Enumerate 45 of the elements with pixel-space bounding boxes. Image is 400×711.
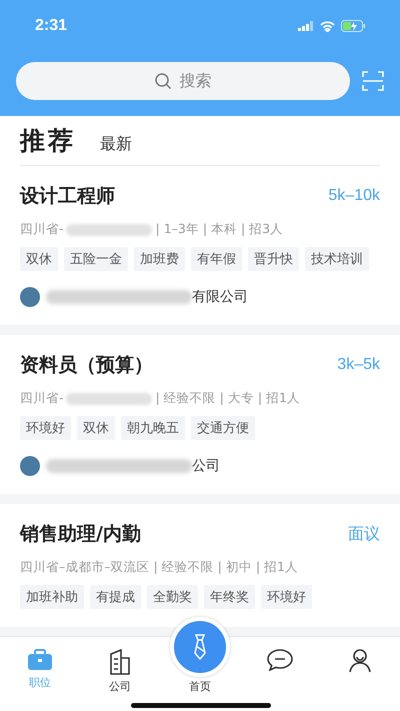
company-name: 有限公司	[192, 288, 248, 306]
battery-icon	[341, 20, 366, 32]
company-logo-icon	[20, 456, 40, 476]
benefit-tag: 有年假	[191, 247, 242, 271]
job-requirements: | 1–3年 | 本科 | 招3人	[156, 221, 284, 238]
signal-icon	[298, 21, 314, 31]
salary-range: 3k–5k	[337, 356, 380, 374]
nav-tab[interactable]: 公司	[80, 637, 160, 711]
feed-tab[interactable]: 最新	[100, 134, 132, 155]
benefit-tag: 环境好	[261, 585, 312, 609]
status-time: 2:31	[35, 17, 68, 35]
job-requirements: | 经验不限 | 初中 | 招1人	[154, 559, 298, 576]
salary-range: 5k–10k	[328, 187, 380, 205]
benefit-tag: 晋升快	[248, 247, 299, 271]
company-logo-icon	[20, 287, 40, 307]
wifi-icon	[320, 20, 335, 32]
chat-icon	[267, 649, 293, 671]
benefit-tag: 双休	[20, 247, 58, 271]
company-name: 公司	[192, 457, 220, 475]
benefit-tag: 双休	[77, 416, 115, 440]
job-location: 四川省-	[20, 221, 64, 238]
feed-tab[interactable]: 推荐	[20, 124, 76, 157]
benefit-tag: 技术培训	[305, 247, 369, 271]
benefit-tag: 全勤奖	[147, 585, 198, 609]
building-icon	[109, 649, 131, 675]
scan-icon[interactable]	[362, 70, 384, 92]
benefit-tag: 有提成	[90, 585, 141, 609]
job-requirements: | 经验不限 | 大专 | 招1人	[156, 390, 300, 407]
benefit-tag: 五险一金	[64, 247, 128, 271]
job-location: 四川省-	[20, 390, 64, 407]
job-title: 销售助理/内勤	[20, 522, 141, 547]
job-title: 资料员（预算）	[20, 353, 153, 378]
benefit-tag: 加班费	[134, 247, 185, 271]
benefit-tag: 交通方便	[191, 416, 255, 440]
salary-range: 面议	[348, 524, 380, 544]
person-icon	[348, 649, 372, 673]
benefit-tag: 朝九晚五	[121, 416, 185, 440]
benefit-tag: 环境好	[20, 416, 71, 440]
benefit-tag: 年终奖	[204, 585, 255, 609]
nav-tab[interactable]: 首页	[160, 617, 240, 711]
search-icon	[154, 72, 172, 90]
briefcase-icon	[27, 649, 53, 671]
benefit-tag: 加班补助	[20, 585, 84, 609]
job-location: 四川省–成都市–双流区	[20, 559, 150, 576]
job-title: 设计工程师	[20, 184, 115, 209]
